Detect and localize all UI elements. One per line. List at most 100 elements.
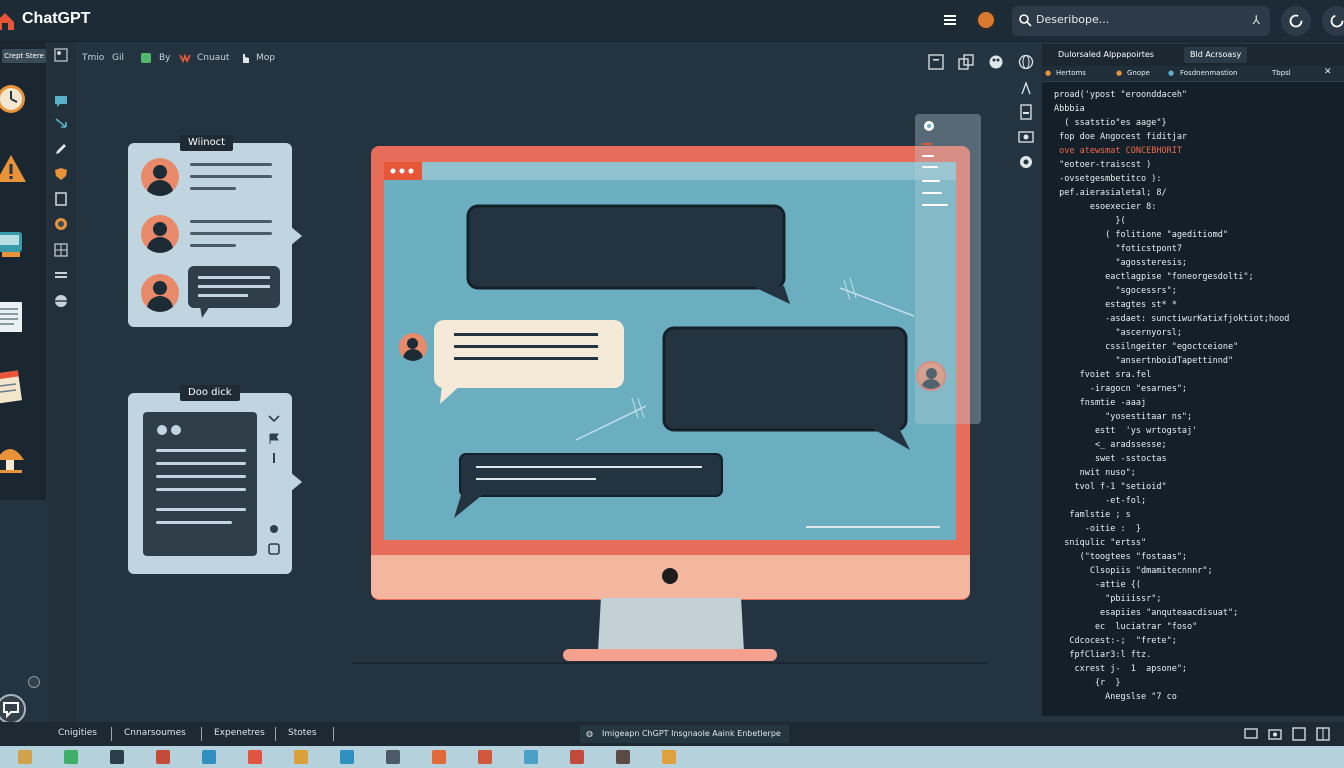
card-pointer [290, 226, 302, 246]
code-line: "agossteresis; [1054, 258, 1188, 268]
taskbar-app-icon[interactable] [156, 750, 170, 764]
start-chip[interactable]: Crept Stere [2, 49, 46, 63]
camera-icon[interactable] [1018, 128, 1034, 144]
taskbar-app-icon[interactable] [662, 750, 676, 764]
taskbar-app-icon[interactable] [524, 750, 538, 764]
floating-panel[interactable] [915, 114, 981, 424]
notification-badge [28, 676, 40, 688]
palette-icon[interactable] [988, 54, 1004, 70]
taskbar-app-icon[interactable] [570, 750, 584, 764]
subtab-hertoms[interactable]: Hertoms [1056, 69, 1086, 77]
tab-code-1[interactable]: Dulorsaled Alppapoirtes [1058, 50, 1154, 59]
image-tool-icon[interactable] [54, 48, 68, 62]
close-icon[interactable]: ✕ [1324, 67, 1332, 77]
taskbar-app-icon[interactable] [478, 750, 492, 764]
code-line: eactlagpise "foneorgesdolti"; [1054, 272, 1254, 282]
chevron-down-icon[interactable] [268, 414, 280, 424]
window-controls[interactable] [384, 162, 422, 180]
status-item-cnigities[interactable]: Cnigities [58, 728, 97, 738]
square-icon[interactable] [268, 543, 280, 555]
location-icon[interactable] [268, 524, 280, 536]
code-line: -asdaet: sunctiwurKatixfjoktiot;hood [1054, 314, 1290, 324]
search-input[interactable]: Deseribope... [1036, 13, 1109, 26]
profile-avatar[interactable] [976, 10, 996, 30]
notepad-icon[interactable] [0, 370, 30, 404]
square-icon[interactable] [54, 192, 68, 206]
code-editor[interactable]: proad('ypost "eroonddaceh" Abbbia ( ssats… [1054, 88, 1342, 704]
toolbar-item-tmio[interactable]: Tmio [82, 53, 104, 63]
toolbar-item-gil[interactable]: Gil [112, 53, 124, 63]
flag-icon[interactable] [268, 433, 280, 445]
device-icon[interactable] [0, 226, 30, 260]
logo-icon[interactable] [0, 10, 16, 32]
clock-icon[interactable] [0, 82, 30, 116]
taskbar-app-icon[interactable] [248, 750, 262, 764]
mushroom-icon[interactable] [0, 442, 30, 476]
hand-icon[interactable] [240, 52, 252, 64]
screen-icon[interactable] [1244, 727, 1258, 741]
menu-icon[interactable] [942, 12, 958, 28]
taskbar-app-icon[interactable] [616, 750, 630, 764]
taskbar-app-icon[interactable] [110, 750, 124, 764]
toolbar-item-by[interactable]: By [159, 53, 171, 63]
square-icon[interactable] [928, 54, 944, 70]
cursor-icon[interactable] [1018, 80, 1034, 96]
toolbar-item-cnuaut[interactable]: Cnuaut [197, 53, 229, 63]
globe-icon[interactable] [1018, 54, 1034, 70]
chat-bubble-input [454, 453, 723, 518]
green-square-icon[interactable] [140, 52, 152, 64]
palette-icon[interactable] [179, 52, 191, 64]
pin-icon[interactable] [268, 452, 280, 464]
message-bubble[interactable] [188, 266, 282, 320]
shield-icon[interactable] [54, 167, 68, 181]
taskbar-app-icon[interactable] [340, 750, 354, 764]
warning-icon[interactable] [0, 152, 30, 186]
avatar [141, 274, 179, 312]
tab-code-2[interactable]: Bld Acrsoasy [1184, 47, 1248, 63]
status-item-stotes[interactable]: Stotes [288, 728, 317, 738]
code-line: tvol f-1 "setioid" [1054, 482, 1167, 492]
layers-icon[interactable] [958, 54, 974, 70]
sync-button[interactable] [1322, 6, 1344, 36]
globe-icon[interactable] [54, 294, 68, 308]
document-icon[interactable] [0, 300, 30, 334]
taskbar-app-icon[interactable] [18, 750, 32, 764]
settings-icon[interactable] [921, 118, 937, 134]
status-bar: Cnigities Cnnarsoumes Expenetres Stotes … [0, 722, 1344, 746]
status-item-expenetres[interactable]: Expenetres [214, 728, 265, 738]
taskbar-app-icon[interactable] [64, 750, 78, 764]
code-line: ove atewsmat CONCEBHORIT [1054, 146, 1182, 156]
sparkle-lines [575, 397, 647, 441]
document-icon[interactable] [1018, 104, 1034, 120]
chat-bubble-icon[interactable] [54, 94, 68, 108]
refresh-button[interactable] [1281, 6, 1311, 36]
pen-icon[interactable] [54, 142, 68, 156]
window-icon[interactable] [1292, 727, 1306, 741]
taskbar-app-icon[interactable] [386, 750, 400, 764]
taskbar-app-icon[interactable] [294, 750, 308, 764]
status-item-cnnarsoumes[interactable]: Cnnarsoumes [124, 728, 186, 738]
subtab-tbpsl[interactable]: Tbpsl [1272, 69, 1291, 77]
toolbar-item-mop[interactable]: Mop [256, 53, 275, 63]
list-icon[interactable] [54, 269, 68, 283]
menu-line [922, 143, 932, 145]
badge-icon[interactable] [54, 217, 68, 231]
code-line: estt 'ys wrtogstaj' [1054, 426, 1198, 436]
chat-icon[interactable] [0, 694, 26, 724]
camera-icon[interactable] [1268, 727, 1282, 741]
grid-icon[interactable] [54, 243, 68, 257]
text-line [190, 220, 272, 223]
search-box[interactable]: Deseribope... ⅄ [1012, 6, 1270, 36]
text-line [156, 475, 246, 478]
taskbar-app-icon[interactable] [432, 750, 446, 764]
text-line [190, 187, 236, 190]
arrow-icon[interactable] [54, 116, 68, 130]
subtab-gnope[interactable]: Gnope [1127, 69, 1150, 77]
settings-icon[interactable] [1018, 154, 1034, 170]
mic-icon[interactable]: ⅄ [1253, 13, 1260, 27]
taskbar [0, 746, 1344, 768]
grid-icon[interactable] [1316, 727, 1330, 741]
subtab-fosdnenmastion[interactable]: Fosdnenmastion [1180, 69, 1238, 77]
taskbar-app-icon[interactable] [202, 750, 216, 764]
code-panel[interactable]: Dulorsaled Alppapoirtes Bld Acrsoasy ● H… [1042, 44, 1344, 716]
